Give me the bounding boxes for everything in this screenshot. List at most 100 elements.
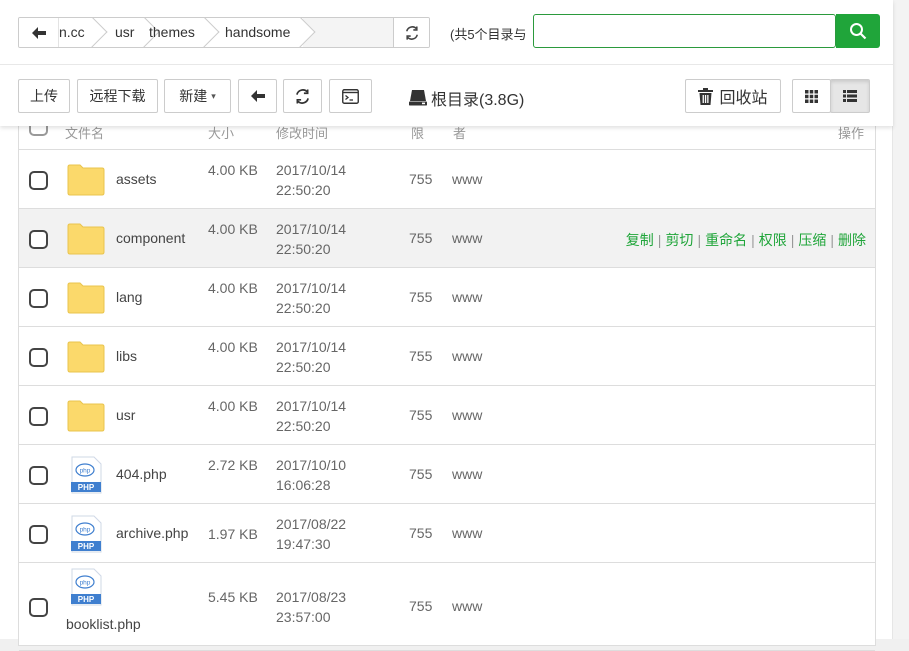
back-arrow-button[interactable] (19, 18, 59, 47)
file-modified-time: 2017/08/22 19:47:30 (276, 515, 347, 552)
folder-icon[interactable] (67, 341, 105, 373)
file-owner: www (452, 524, 483, 541)
go-back-button[interactable] (238, 79, 277, 113)
file-owner: www (452, 598, 483, 614)
file-owner: www (452, 170, 483, 187)
row-checkbox[interactable] (29, 229, 48, 249)
row-action-link[interactable]: 压缩 (798, 232, 826, 248)
file-modified-time: 2017/10/14 22:50:20 (276, 397, 347, 434)
file-name[interactable]: usr (116, 407, 135, 423)
folder-icon[interactable] (67, 282, 105, 314)
svg-text:php: php (80, 526, 91, 533)
terminal-button[interactable] (329, 79, 372, 113)
file-size: 2.72 KB (208, 456, 258, 473)
file-modified-time: 2017/10/14 22:50:20 (276, 161, 347, 198)
search-input[interactable] (533, 14, 836, 48)
row-checkbox[interactable] (29, 524, 48, 544)
file-permission[interactable]: 755 (409, 171, 432, 187)
file-owner: www (452, 465, 483, 482)
action-separator: | (697, 231, 702, 248)
row-action-link[interactable]: 重命名 (705, 232, 747, 248)
breadcrumb: themes handsome usr n.cc (18, 17, 430, 48)
table-row[interactable]: usr 4.00 KB 2017/10/14 22:50:20 755 www (19, 386, 875, 445)
grid-view-button[interactable] (792, 79, 831, 113)
file-size: 4.00 KB (208, 161, 258, 178)
svg-text:php: php (80, 580, 91, 587)
file-permission[interactable]: 755 (409, 525, 432, 541)
table-row[interactable]: libs 4.00 KB 2017/10/14 22:50:20 755 www (19, 327, 875, 386)
file-name[interactable]: 404.php (116, 466, 167, 482)
file-name[interactable]: assets (116, 171, 156, 187)
row-checkbox[interactable] (29, 288, 48, 308)
row-checkbox[interactable] (29, 598, 48, 617)
recycle-bin-button[interactable]: 回收站 (685, 79, 781, 113)
folder-icon[interactable] (67, 164, 105, 196)
file-permission[interactable]: 755 (409, 466, 432, 482)
file-name[interactable]: component (116, 230, 185, 246)
list-view-button[interactable] (830, 79, 870, 113)
refresh-button[interactable] (283, 79, 322, 113)
php-file-icon[interactable]: php PHP (70, 456, 102, 494)
file-name[interactable]: lang (116, 289, 142, 305)
table-row[interactable]: php PHP booklist.php 5.45 KB 2017/08/23 23:57… (19, 563, 875, 651)
recycle-bin-label: 回收站 (719, 90, 768, 107)
table-row[interactable]: php PHP 404.php 2.72 KB 2017/10/10 16:06:28 75… (19, 445, 875, 504)
list-view-icon (843, 90, 857, 102)
row-action-link[interactable]: 权限 (759, 232, 787, 248)
search-icon (850, 23, 867, 40)
file-modified-time: 2017/10/14 22:50:20 (276, 279, 347, 316)
row-checkbox[interactable] (29, 406, 48, 426)
action-separator: | (790, 231, 795, 248)
breadcrumb-item-handsome[interactable]: handsome (207, 18, 316, 47)
toolbar-header: themes handsome usr n.cc (共5个目录与 上传 远程下载… (0, 0, 893, 126)
file-size: 4.00 KB (208, 220, 258, 237)
upload-button[interactable]: 上传 (18, 79, 70, 113)
file-size: 1.97 KB (208, 525, 258, 542)
row-checkbox[interactable] (29, 170, 48, 190)
table-row[interactable]: assets 4.00 KB 2017/10/14 22:50:20 755 www (19, 150, 875, 209)
file-permission[interactable]: 755 (409, 407, 432, 423)
root-directory-indicator[interactable]: 根目录(3.8G) (409, 86, 524, 110)
file-permission[interactable]: 755 (409, 289, 432, 305)
table-row[interactable]: lang 4.00 KB 2017/10/14 22:50:20 755 www (19, 268, 875, 327)
svg-text:php: php (80, 467, 91, 474)
page-scrollbar[interactable] (893, 0, 909, 639)
file-name[interactable]: booklist.php (66, 616, 141, 632)
table-row[interactable]: component 4.00 KB 2017/10/14 22:50:20 755 www… (19, 209, 875, 268)
arrow-left-icon (250, 90, 265, 102)
file-owner: www (452, 347, 483, 364)
refresh-path-button[interactable] (393, 18, 429, 47)
file-modified-time: 2017/08/23 23:57:00 (276, 589, 347, 625)
file-modified-time: 2017/10/14 22:50:20 (276, 220, 347, 257)
file-name[interactable]: libs (116, 348, 137, 364)
new-dropdown-button[interactable]: 新建 ▾ (164, 79, 231, 113)
root-directory-label: 根目录(3.8G) (431, 92, 525, 109)
arrow-left-icon (31, 26, 46, 39)
file-permission[interactable]: 755 (409, 348, 432, 364)
folder-icon[interactable] (67, 400, 105, 432)
remote-download-button[interactable]: 远程下载 (77, 79, 158, 113)
file-modified-time: 2017/10/10 16:06:28 (276, 456, 347, 493)
folder-icon[interactable] (67, 223, 105, 255)
row-checkbox[interactable] (29, 347, 48, 367)
file-permission[interactable]: 755 (409, 598, 432, 614)
row-checkbox[interactable] (29, 465, 48, 485)
file-permission[interactable]: 755 (409, 230, 432, 246)
terminal-icon (342, 88, 359, 104)
php-file-icon[interactable]: php PHP (70, 515, 102, 553)
svg-text:PHP: PHP (78, 542, 95, 551)
file-owner: www (452, 406, 483, 423)
file-name[interactable]: archive.php (116, 525, 188, 541)
table-row[interactable]: php PHP archive.php 1.97 KB 2017/08/22 19:47:… (19, 504, 875, 563)
trash-icon (698, 87, 714, 105)
row-action-link[interactable]: 复制 (626, 232, 654, 248)
php-file-icon[interactable]: php PHP (70, 568, 102, 606)
file-size: 4.00 KB (208, 397, 258, 414)
row-action-link[interactable]: 剪切 (665, 232, 693, 248)
caret-down-icon: ▾ (211, 90, 216, 101)
search-button[interactable] (836, 14, 880, 48)
row-actions: 复制 | 剪切 | 重命名 | 权限 | 压缩 | 删除 (626, 230, 866, 250)
file-modified-time: 2017/10/14 22:50:20 (276, 338, 347, 375)
svg-text:PHP: PHP (78, 483, 95, 492)
row-action-link[interactable]: 删除 (838, 232, 866, 248)
